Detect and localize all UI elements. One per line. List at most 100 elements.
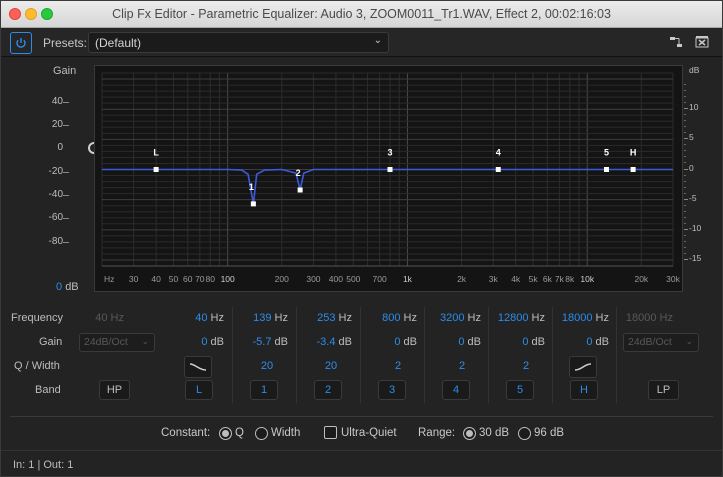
presets-dropdown[interactable]: (Default) ⌄ [88,32,389,53]
band-1-gain[interactable]: -5.7 dB [228,336,289,348]
db-tick-mark [684,258,688,260]
band-hp-button[interactable]: HP [99,380,130,400]
high-shelf-toggle[interactable] [569,356,597,378]
band-h-button[interactable]: H [570,380,598,400]
band-l-gain[interactable]: 0 dB [164,336,224,348]
frequency-tick-label: 6k [543,274,553,284]
band-2-gain[interactable]: -3.4 dB [292,336,353,348]
band-4-gain[interactable]: 0 dB [421,336,481,348]
frequency-tick-label: 5k [529,274,539,284]
title-bar: Clip Fx Editor - Parametric Equalizer: A… [1,1,722,28]
db-tick-label: 0 [689,162,694,173]
band-handle-l [153,167,159,172]
lp-frequency[interactable]: 18000 Hz [613,312,673,324]
band-3-q[interactable]: 2 [383,360,413,372]
ultra-quiet-label: Ultra-Quiet [341,427,397,439]
range-30-radio[interactable] [463,427,476,440]
hz-unit: Hz [274,312,288,324]
db-minor-tick [684,132,686,134]
db-unit: dB [467,336,481,348]
gain-tick-mark [63,242,69,243]
db-unit: dB [531,336,545,348]
frequency-tick-label: 10k [580,274,594,284]
range-96-radio[interactable] [518,427,531,440]
presets-label: Presets: [43,36,88,50]
routing-icon[interactable] [669,35,685,49]
db-tick-label: -10 [689,222,702,233]
db-minor-tick [684,84,686,86]
eq-graph-svg[interactable]: Hz 30 40 50 60 70 80 100 200 300 400 500 700 1k 2k 3k 4k… [95,66,684,293]
db-unit: dB [338,336,352,348]
band-marker-label: 5 [604,148,609,158]
clear-icon[interactable] [695,35,711,49]
band-3-frequency[interactable]: 800 Hz [357,312,417,324]
frequency-tick-label: 700 [372,274,386,284]
band-2-q[interactable]: 20 [316,360,346,372]
master-gain-value[interactable]: 0 [56,281,62,293]
band-l-gain-value: 0 [201,336,208,348]
band-h-frequency-value: 18000 [561,312,593,324]
gain-tick-mark [63,218,69,219]
toolbar: Presets: (Default) ⌄ [1,29,722,57]
ultra-quiet-checkbox[interactable] [324,426,337,439]
frequency-tick-label: 400 [329,274,343,284]
band-handle-2 [297,187,303,193]
band-5-frequency[interactable]: 12800 Hz [485,312,545,324]
band-h-frequency[interactable]: 18000 Hz [549,312,609,324]
band-handle-h [630,167,636,172]
master-gain-unit: dB [65,281,79,293]
gain-axis-title: Gain [53,65,77,77]
band-lp-button[interactable]: LP [648,380,679,400]
band-l-button[interactable]: L [185,380,213,400]
db-tick-label: 5 [689,132,694,143]
hp-slope-dropdown[interactable]: 24dB/Oct ⌄ [79,333,155,352]
db-unit: dB [595,336,609,348]
band-4-frequency[interactable]: 3200 Hz [421,312,481,324]
band-4-q[interactable]: 2 [447,360,477,372]
gain-tick-mark [63,172,69,173]
low-shelf-toggle[interactable] [184,356,212,378]
frequency-tick-label: 4k [511,274,521,284]
lp-slope-dropdown[interactable]: 24dB/Oct ⌄ [623,333,699,352]
frequency-tick-label: 200 [275,274,289,284]
power-toggle-button[interactable] [10,32,32,54]
band-5-button[interactable]: 5 [506,380,534,400]
band-1-frequency[interactable]: 139 Hz [228,312,288,324]
band-5-q[interactable]: 2 [511,360,541,372]
band-5-gain[interactable]: 0 dB [485,336,545,348]
clear-icon-svg [695,36,709,48]
gain-tick: -40 [48,189,63,200]
band-3-button[interactable]: 3 [378,380,406,400]
band-h-gain-value: 0 [586,336,593,348]
eq-graph[interactable]: Hz 30 40 50 60 70 80 100 200 300 400 500 700 1k 2k 3k 4k… [94,65,683,292]
status-bar: In: 1 | Out: 1 [1,450,722,477]
db-tick-mark [684,138,688,140]
frequency-tick-label: 300 [306,274,320,284]
db-minor-tick [684,252,686,254]
constant-q-label: Q [235,427,244,439]
db-tick-mark [684,198,688,200]
db-minor-tick [684,186,686,188]
band-l-frequency[interactable]: 40 Hz [164,312,224,324]
gain-tick: 40 [51,96,63,107]
band-1-q[interactable]: 20 [252,360,282,372]
hp-frequency-value: 40 [95,312,108,324]
power-icon [16,38,26,48]
constant-width-radio[interactable] [255,427,268,440]
band-4-frequency-value: 3200 [440,312,465,324]
low-shelf-icon [189,363,207,371]
frequency-tick-label: 100 [221,274,235,284]
band-h-gain[interactable]: 0 dB [549,336,609,348]
frequency-row-label: Frequency [11,312,63,324]
band-2-gain-value: -3.4 [316,336,336,348]
hz-unit: Hz [403,312,417,324]
constant-q-radio[interactable] [219,427,232,440]
frequency-tick-label: 50 [169,274,179,284]
band-2-button[interactable]: 2 [314,380,342,400]
band-1-button[interactable]: 1 [250,380,278,400]
band-2-frequency[interactable]: 253 Hz [292,312,352,324]
db-unit: dB [210,336,224,348]
band-3-gain[interactable]: 0 dB [357,336,417,348]
band-4-button[interactable]: 4 [442,380,470,400]
hp-frequency[interactable]: 40 Hz [64,312,124,324]
